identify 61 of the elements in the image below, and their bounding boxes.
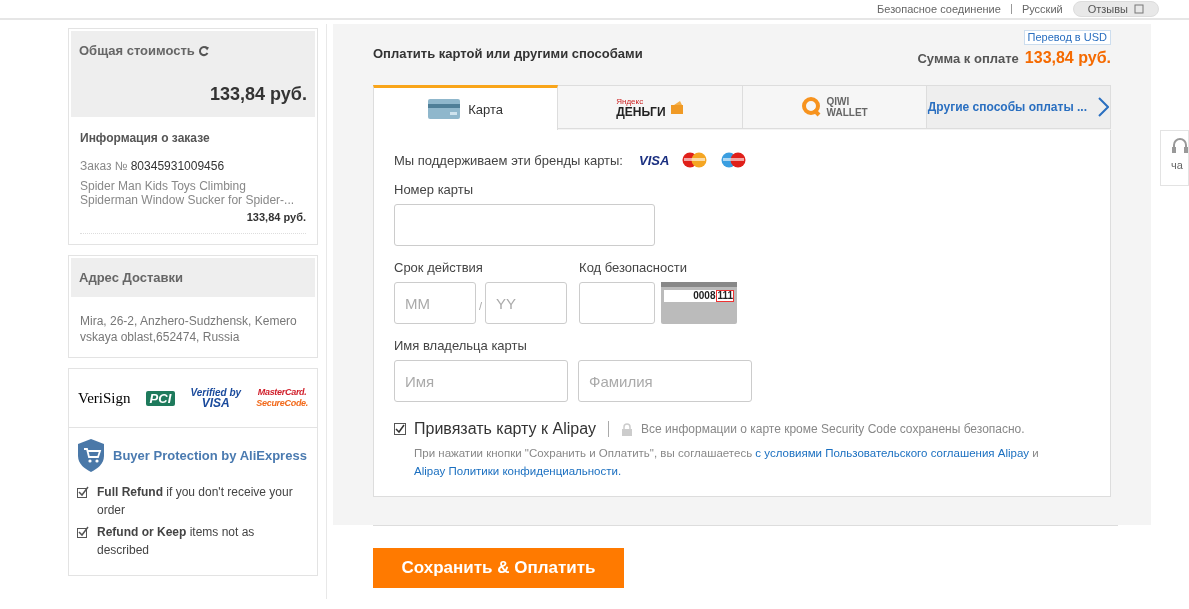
terms-link[interactable]: с условиями Пользовательского соглашения Alipay bbox=[755, 447, 1030, 459]
lock-icon bbox=[621, 422, 634, 436]
security-code-hint: 111 bbox=[716, 290, 735, 302]
date-separator: / bbox=[479, 300, 483, 312]
card-number-label: Номер карты bbox=[394, 182, 475, 197]
save-card-checkbox[interactable] bbox=[394, 423, 406, 435]
expiry-label: Срок действия bbox=[394, 260, 484, 275]
card-number-field[interactable] bbox=[394, 204, 655, 246]
delivery-title: Адрес Доставки bbox=[79, 270, 184, 285]
wallet-icon bbox=[669, 100, 684, 114]
order-number: 80345931009456 bbox=[130, 159, 225, 173]
chevron-right-icon bbox=[1097, 97, 1109, 117]
agreement-text: При нажатии кнопки "Сохранить и Оплатить", вы соглашаетесь с условиями Пользовательского соглашения Alipay и Alipay Политики конфиденциальности. bbox=[414, 446, 1040, 479]
chat-label[interactable]: ча bbox=[1171, 159, 1183, 171]
card-tab[interactable]: Карта bbox=[373, 85, 559, 130]
expiry-year-field[interactable]: YY bbox=[485, 282, 568, 324]
amount-label: Сумма к оплате bbox=[917, 51, 1019, 66]
security-code-field[interactable] bbox=[579, 282, 656, 324]
qiwi-wallet-tab[interactable]: QIWI WALLET bbox=[742, 85, 927, 129]
verisign-logo: VeriSign bbox=[78, 392, 131, 404]
shield-cart-icon bbox=[77, 438, 105, 473]
first-name-field[interactable]: Имя bbox=[394, 360, 568, 402]
total-cost-title: Общая стоимость bbox=[79, 43, 195, 58]
credit-card-icon bbox=[428, 99, 461, 119]
cardholder-label: Имя владельца карты bbox=[394, 338, 528, 353]
mastercard-logo-icon bbox=[681, 152, 709, 168]
other-methods-tab[interactable]: Другие способы оплаты ... bbox=[926, 85, 1111, 129]
brands-label: Мы поддерживаем эти бренды карты: bbox=[394, 152, 623, 168]
maestro-logo-icon bbox=[720, 152, 748, 168]
visa-logo: VISA bbox=[639, 152, 670, 168]
checkmark-icon bbox=[77, 486, 89, 498]
securecode-logo: MasterCard. SecureCode. bbox=[256, 387, 308, 409]
expiry-month-field[interactable]: MM bbox=[394, 282, 476, 324]
headset-icon bbox=[1171, 137, 1189, 155]
verified-by-visa-logo: Verified by VISA bbox=[190, 387, 242, 409]
card-number-hint: 0008 bbox=[693, 290, 716, 302]
last-name-field[interactable]: Фамилия bbox=[578, 360, 752, 402]
yandex-money-tab[interactable]: Яндекс ДЕНЬГИ bbox=[558, 85, 743, 129]
product-name: Spider Man Kids Toys Climbing Spiderman Window Sucker for Spider-... bbox=[80, 179, 296, 207]
order-info-title: Информация о заказе bbox=[80, 131, 211, 145]
language-selector[interactable]: Русский bbox=[1021, 3, 1063, 15]
protection-item-text: Refund or Keep items not as described bbox=[97, 524, 256, 559]
secure-connection-text: Безопасное соединение bbox=[877, 3, 1001, 15]
edit-icon bbox=[1134, 4, 1144, 14]
refresh-icon bbox=[197, 44, 210, 57]
security-code-label: Код безопасности bbox=[579, 260, 688, 275]
payment-title: Оплатить картой или другими способами bbox=[373, 46, 643, 61]
total-price: 133,84 руб. bbox=[209, 84, 307, 105]
buyer-protection-title: Buyer Protection by AliExpress bbox=[113, 448, 307, 463]
amount-value: 133,84 руб. bbox=[1024, 49, 1111, 67]
convert-usd-button[interactable]: Перевод в USD bbox=[1023, 30, 1111, 45]
feedback-button[interactable]: Отзывы bbox=[1072, 1, 1159, 17]
save-card-label: Привязать карту к Alipay bbox=[414, 420, 597, 438]
privacy-link[interactable]: Alipay Политики конфиденциальности. bbox=[414, 465, 622, 477]
pci-logo: PCI bbox=[145, 390, 176, 406]
q-logo-icon bbox=[800, 96, 823, 118]
security-note: Все информации о карте кроме Security Code сохранены безопасно. bbox=[641, 422, 1025, 436]
order-number-label: Заказ № bbox=[80, 159, 128, 173]
product-price: 133,84 руб. bbox=[80, 211, 306, 234]
delivery-address: Mira, 26-2, Anzhero-Sudzhensk, Kemero vskaya oblast,652474, Russia bbox=[79, 313, 298, 346]
checkmark-icon bbox=[77, 526, 89, 538]
